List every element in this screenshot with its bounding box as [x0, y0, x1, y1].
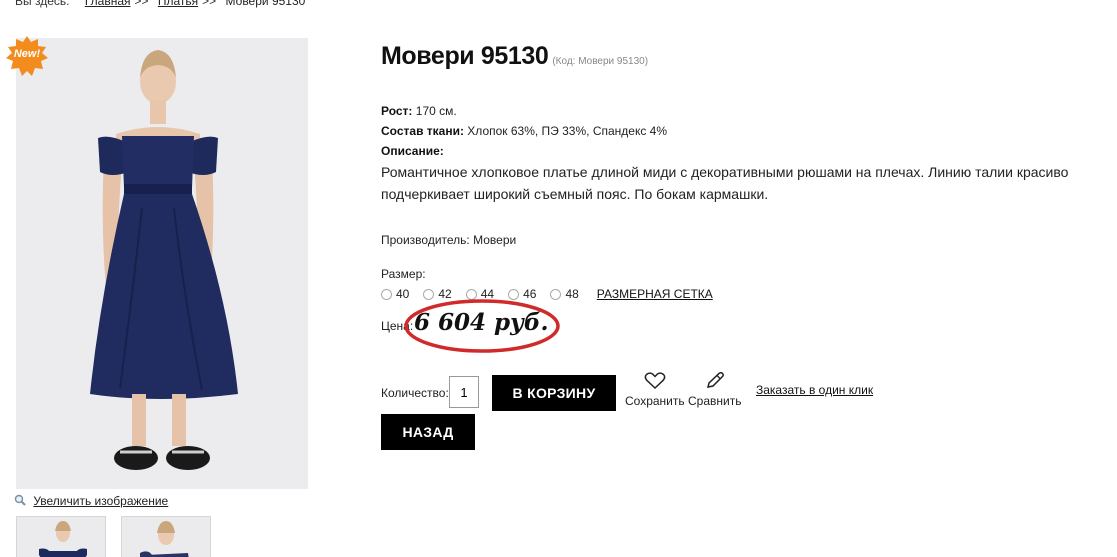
- size-option-label: 48: [565, 287, 579, 301]
- manufacturer-value: Мовери: [473, 233, 517, 247]
- compare-action[interactable]: Сравнить: [688, 372, 741, 408]
- zoom-link-label[interactable]: Увеличить изображение: [33, 494, 168, 508]
- spec-height: Рост: 170 см.: [381, 104, 457, 118]
- breadcrumb: Вы здесь: Главная >> Платья >> Мовери 9513…: [15, 0, 305, 8]
- thumbnail-image: [39, 521, 87, 557]
- quantity-label: Количество:: [381, 386, 449, 400]
- save-label: Сохранить: [625, 394, 685, 408]
- back-button[interactable]: НАЗАД: [381, 414, 475, 450]
- product-code: (Код: Мовери 95130): [552, 56, 649, 67]
- add-to-cart-button[interactable]: В КОРЗИНУ: [492, 375, 616, 411]
- magnifier-icon: [14, 494, 26, 506]
- spec-fabric-label: Состав ткани:: [381, 124, 464, 138]
- dress-model-image: [16, 38, 308, 489]
- breadcrumb-current: Мовери 95130: [225, 0, 306, 8]
- pencil-icon: [706, 372, 724, 388]
- size-label: Размер:: [381, 267, 426, 281]
- description-label: Описание:: [381, 144, 444, 158]
- breadcrumb-lead: Вы здесь:: [15, 0, 70, 8]
- spec-description-label: Описание:: [381, 144, 444, 158]
- product-photo[interactable]: [16, 38, 308, 489]
- manufacturer-label: Производитель:: [381, 233, 470, 247]
- thumbnail-image: [140, 521, 189, 557]
- size-chart-link[interactable]: РАЗМЕРНАЯ СЕТКА: [597, 287, 713, 301]
- quick-buy-link[interactable]: Заказать в один клик: [756, 383, 873, 397]
- spec-fabric-value: Хлопок 63%, ПЭ 33%, Спандекс 4%: [467, 124, 668, 138]
- product-description: Романтичное хлопковое платье длиной миди…: [381, 164, 1069, 202]
- new-badge-label: New!: [13, 48, 41, 60]
- compare-label: Сравнить: [688, 394, 742, 408]
- thumbnail-2[interactable]: [121, 516, 211, 557]
- thumbnail-1[interactable]: [16, 516, 106, 557]
- new-badge: New!: [6, 36, 48, 76]
- product-name: Мовери 95130: [381, 42, 549, 70]
- breadcrumb-link-home[interactable]: Главная: [85, 0, 131, 8]
- quantity-input[interactable]: [449, 376, 479, 408]
- heart-icon: [644, 372, 666, 390]
- spec-height-label: Рост:: [381, 104, 413, 118]
- product-title: Мовери 95130 (Код: Мовери 95130): [381, 42, 648, 71]
- spec-manufacturer: Производитель: Мовери: [381, 233, 516, 247]
- zoom-link[interactable]: Увеличить изображение: [14, 494, 168, 508]
- breadcrumb-link-dresses[interactable]: Платья: [158, 0, 198, 8]
- spec-height-value: 170 см.: [415, 104, 457, 118]
- save-action[interactable]: Сохранить: [625, 372, 685, 408]
- radio-icon[interactable]: [381, 288, 392, 300]
- breadcrumb-separator: >>: [202, 0, 217, 8]
- breadcrumb-separator: >>: [134, 0, 149, 8]
- spec-fabric: Состав ткани: Хлопок 63%, ПЭ 33%, Спанде…: [381, 124, 667, 138]
- price-highlight-circle: [404, 299, 560, 353]
